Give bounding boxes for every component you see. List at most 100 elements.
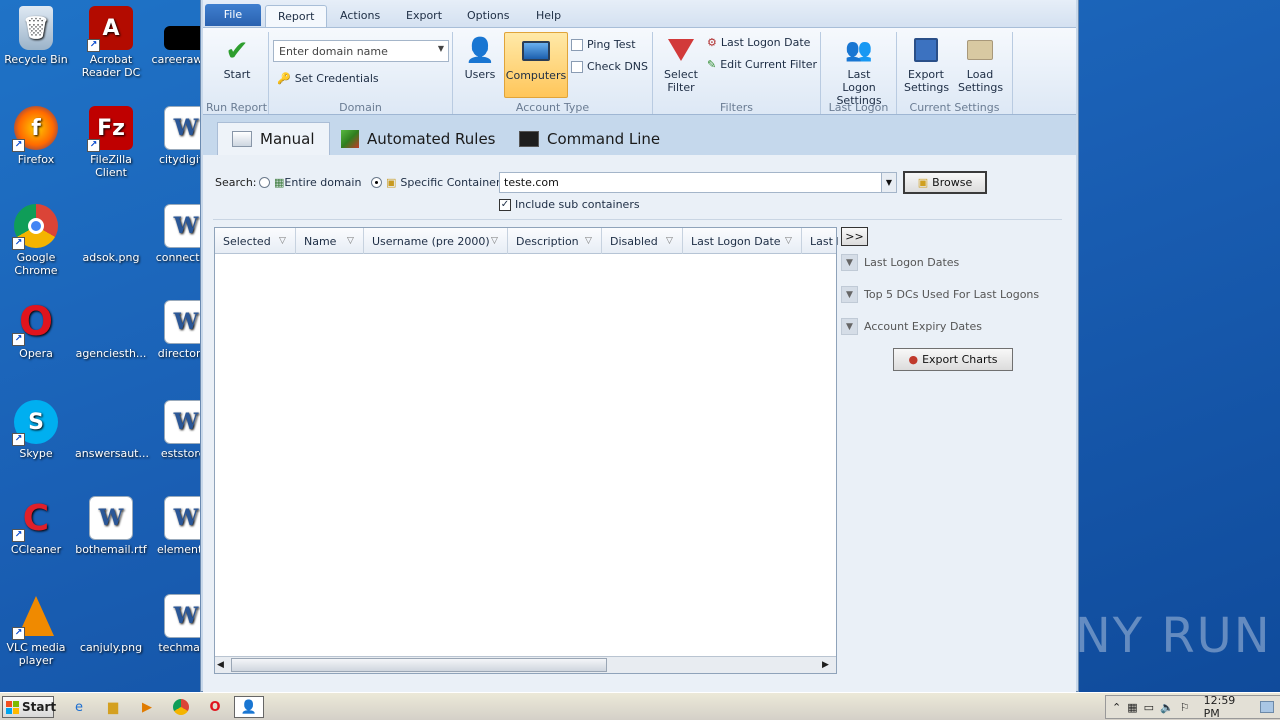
desktop-icon-firefox[interactable]: f ↗ Firefox bbox=[0, 106, 72, 166]
taskbar-media-player-icon[interactable]: ▶ bbox=[136, 696, 158, 718]
tab-automated-rules[interactable]: Automated Rules bbox=[327, 122, 510, 155]
clock[interactable]: 12:59 PM bbox=[1204, 694, 1255, 720]
radio-icon[interactable] bbox=[259, 177, 270, 188]
column-label: Description bbox=[516, 235, 579, 248]
specific-container-radio[interactable]: ▣ Specific Container: bbox=[371, 176, 504, 189]
filter-user-icon: ⚙ bbox=[707, 36, 717, 49]
desktop-icon-vlc[interactable]: ↗ VLC media player bbox=[0, 594, 72, 667]
tab-manual[interactable]: Manual bbox=[217, 122, 330, 155]
set-credentials-button[interactable]: 🔑 Set Credentials bbox=[277, 72, 379, 85]
column-label: Last Logon Date bbox=[691, 235, 781, 248]
taskbar-active-app-icon[interactable]: 👤 bbox=[234, 696, 264, 718]
domain-placeholder: Enter domain name bbox=[279, 45, 388, 58]
chart-last-logon-dates[interactable]: ▼ Last Logon Dates bbox=[841, 254, 959, 271]
taskbar-chrome-icon[interactable] bbox=[170, 696, 192, 718]
export-charts-button[interactable]: ● Export Charts bbox=[893, 348, 1013, 371]
desktop-icon-acrobat[interactable]: A ↗ Acrobat Reader DC bbox=[75, 6, 147, 79]
recycle-bin-icon: 🗑 bbox=[19, 6, 53, 50]
desktop-icon-bothemail[interactable]: W bothemail.rtf bbox=[75, 496, 147, 556]
checkbox-icon[interactable] bbox=[571, 60, 583, 73]
menu-options[interactable]: Options bbox=[455, 5, 521, 27]
desktop-icon-ccleaner[interactable]: C ↗ CCleaner bbox=[0, 496, 72, 556]
tab-command-line[interactable]: Command Line bbox=[505, 122, 674, 155]
menu-report[interactable]: Report bbox=[265, 5, 328, 27]
scroll-left-icon[interactable]: ◀ bbox=[217, 659, 229, 671]
chevron-down-icon[interactable]: ▼ bbox=[841, 254, 858, 271]
column-disabled[interactable]: Disabled ▽ bbox=[602, 228, 683, 254]
start-menu-button[interactable]: Start bbox=[2, 696, 56, 718]
filter-icon[interactable]: ▽ bbox=[666, 236, 676, 246]
users-button[interactable]: 👤 Users bbox=[459, 34, 501, 82]
taskbar-ie-icon[interactable]: e bbox=[68, 696, 90, 718]
column-last-logon-truncated[interactable]: Last L bbox=[802, 228, 838, 254]
menu-export[interactable]: Export bbox=[394, 5, 454, 27]
ping-test-checkbox[interactable]: Ping Test bbox=[571, 38, 636, 51]
set-credentials-label: Set Credentials bbox=[294, 72, 379, 85]
container-input[interactable]: teste.com ▼ bbox=[499, 172, 897, 193]
desktop-icon-skype[interactable]: S ↗ Skype bbox=[0, 400, 72, 460]
chevron-down-icon[interactable]: ▼ bbox=[841, 286, 858, 303]
filter-icon[interactable]: ▽ bbox=[491, 236, 501, 246]
column-label: Name bbox=[304, 235, 337, 248]
battery-icon[interactable]: ▭ bbox=[1144, 701, 1154, 714]
dropdown-arrow-icon[interactable]: ▼ bbox=[438, 44, 444, 53]
browse-button[interactable]: ▣ Browse bbox=[903, 171, 987, 194]
checkbox-icon[interactable] bbox=[571, 38, 583, 51]
expand-label: >> bbox=[845, 230, 864, 243]
start-label: Start bbox=[223, 68, 251, 81]
tray-expand-icon[interactable]: ⌃ bbox=[1112, 701, 1121, 714]
flag-icon[interactable]: ⚐ bbox=[1180, 701, 1190, 714]
column-username[interactable]: Username (pre 2000) ▽ bbox=[364, 228, 508, 254]
column-last-logon-date[interactable]: Last Logon Date ▽ bbox=[683, 228, 802, 254]
desktop-icon-recycle-bin[interactable]: 🗑 Recycle Bin bbox=[0, 6, 72, 66]
filter-icon[interactable]: ▽ bbox=[279, 236, 289, 246]
start-button[interactable]: ✔ Start bbox=[213, 34, 261, 81]
check-dns-checkbox[interactable]: Check DNS bbox=[571, 60, 648, 73]
last-logon-date-button[interactable]: ⚙ Last Logon Date bbox=[707, 36, 810, 49]
scrollbar-thumb[interactable] bbox=[231, 658, 607, 672]
filter-icon[interactable]: ▽ bbox=[785, 236, 795, 246]
network-icon[interactable]: ▦ bbox=[1127, 701, 1137, 714]
menu-file[interactable]: File bbox=[205, 4, 261, 26]
edit-current-filter-button[interactable]: ✎ Edit Current Filter bbox=[707, 58, 817, 71]
show-desktop-icon[interactable] bbox=[1260, 701, 1274, 713]
checkmark-icon[interactable]: ✓ bbox=[499, 198, 511, 211]
horizontal-scrollbar[interactable]: ◀ ▶ bbox=[215, 656, 836, 673]
include-sub-label: Include sub containers bbox=[515, 198, 640, 211]
volume-icon[interactable]: 🔈 bbox=[1160, 701, 1174, 714]
menu-help[interactable]: Help bbox=[524, 5, 573, 27]
entire-domain-radio[interactable]: ▦ Entire domain bbox=[259, 176, 361, 189]
manual-window-icon bbox=[232, 131, 252, 147]
desktop-icon-filezilla[interactable]: Fz ↗ FileZilla Client bbox=[75, 106, 147, 179]
desktop-icon-opera[interactable]: O ↗ Opera bbox=[0, 300, 72, 360]
column-description[interactable]: Description ▽ bbox=[508, 228, 602, 254]
chevron-down-icon[interactable]: ▼ bbox=[841, 318, 858, 335]
image-file-icon bbox=[89, 300, 133, 344]
column-name[interactable]: Name ▽ bbox=[296, 228, 364, 254]
expand-panel-button[interactable]: >> bbox=[841, 227, 868, 246]
computers-button[interactable]: Computers bbox=[504, 32, 568, 98]
taskbar-opera-icon[interactable]: O bbox=[204, 696, 226, 718]
dropdown-arrow-icon[interactable]: ▼ bbox=[881, 173, 896, 192]
desktop-icon-adsok[interactable]: adsok.png bbox=[75, 204, 147, 264]
export-settings-button[interactable]: Export Settings bbox=[901, 34, 951, 94]
select-filter-button[interactable]: Select Filter bbox=[657, 34, 705, 94]
menu-actions[interactable]: Actions bbox=[328, 5, 392, 27]
last-logon-settings-button[interactable]: 👥 Last Logon Settings bbox=[825, 34, 893, 107]
chart-account-expiry[interactable]: ▼ Account Expiry Dates bbox=[841, 318, 982, 335]
domain-input[interactable]: Enter domain name ▼ bbox=[273, 40, 449, 62]
scroll-right-icon[interactable]: ▶ bbox=[822, 659, 834, 671]
include-sub-containers-checkbox[interactable]: ✓ Include sub containers bbox=[499, 198, 640, 211]
desktop-icon-canjuly[interactable]: canjuly.png bbox=[75, 594, 147, 654]
taskbar-explorer-icon[interactable]: ▆ bbox=[102, 696, 124, 718]
chart-top-dcs[interactable]: ▼ Top 5 DCs Used For Last Logons bbox=[841, 286, 1039, 303]
filter-icon[interactable]: ▽ bbox=[347, 236, 357, 246]
desktop-icon-label: Google Chrome bbox=[14, 251, 58, 277]
desktop-icon-agencies[interactable]: agenciesth... bbox=[75, 300, 147, 360]
desktop-icon-chrome[interactable]: ↗ Google Chrome bbox=[0, 204, 72, 277]
desktop-icon-answersaut[interactable]: answersaut... bbox=[75, 400, 149, 460]
filter-icon[interactable]: ▽ bbox=[585, 236, 595, 246]
load-settings-button[interactable]: Load Settings bbox=[955, 34, 1005, 94]
radio-icon[interactable] bbox=[371, 177, 382, 188]
column-selected[interactable]: Selected ▽ bbox=[215, 228, 296, 254]
